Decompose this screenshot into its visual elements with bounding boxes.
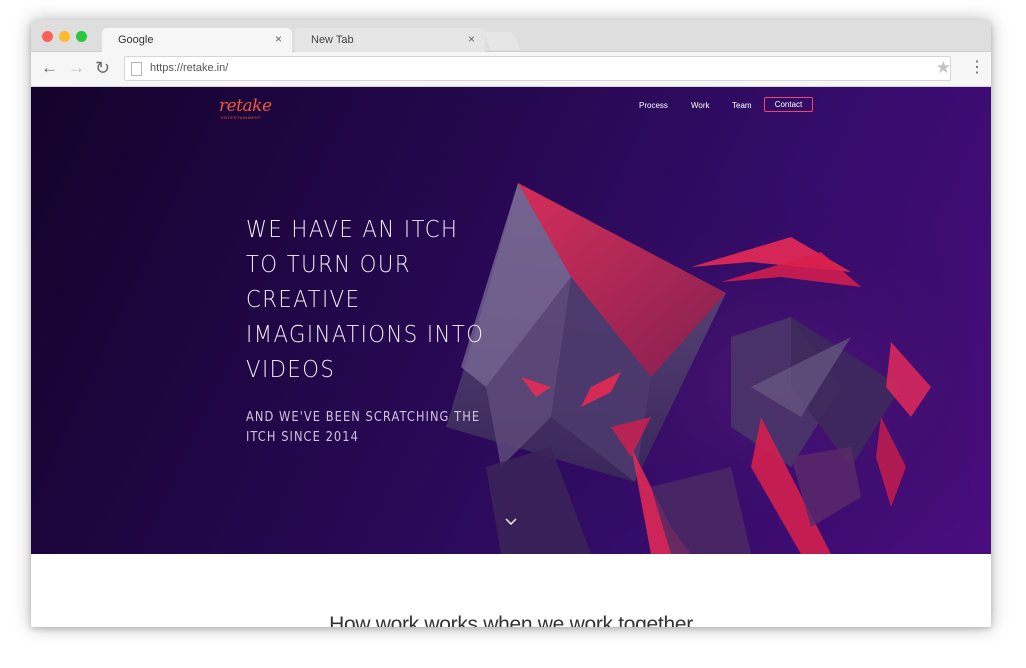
site-logo[interactable]: retake ENTERTAINMENT xyxy=(219,96,279,120)
arrow-left-icon[interactable]: ← xyxy=(41,58,58,78)
more-vert-icon[interactable]: ⋮ xyxy=(969,58,985,78)
logo-subtitle: ENTERTAINMENT xyxy=(221,115,262,120)
tab-label: Google xyxy=(118,34,154,46)
page-viewport: retake ENTERTAINMENT Process Work Team C… xyxy=(31,87,991,627)
headline-line: IMAGINATIONS INTO xyxy=(246,322,485,348)
subheadline-line: AND WE'VE BEEN SCRATCHING THE xyxy=(246,410,481,425)
address-bar[interactable]: https://retake.in/ ★ xyxy=(124,56,951,81)
reload-icon[interactable]: ↻ xyxy=(95,58,110,78)
maximize-window-button[interactable] xyxy=(76,31,87,42)
logo-text: retake xyxy=(219,96,272,116)
browser-window: Google × New Tab × ← → ↻ https://retake.… xyxy=(31,20,991,627)
close-icon[interactable]: × xyxy=(275,32,282,46)
star-icon[interactable]: ★ xyxy=(936,58,951,78)
url-text[interactable]: https://retake.in/ xyxy=(150,62,228,74)
new-tab-button[interactable] xyxy=(483,32,521,50)
headline-line: TO TURN OUR xyxy=(246,252,412,278)
nav-link-work[interactable]: Work xyxy=(691,101,710,110)
tab-new-tab[interactable]: New Tab × xyxy=(295,28,485,52)
close-icon[interactable]: × xyxy=(468,32,475,46)
minimize-window-button[interactable] xyxy=(59,31,70,42)
tab-strip: Google × New Tab × xyxy=(31,20,991,52)
browser-toolbar: ← → ↻ https://retake.in/ ★ ⋮ xyxy=(31,52,991,87)
close-window-button[interactable] xyxy=(42,31,53,42)
hero-subheadline: AND WE'VE BEEN SCRATCHING THE ITCH SINCE… xyxy=(246,408,546,448)
nav-link-team[interactable]: Team xyxy=(732,101,752,110)
tab-google[interactable]: Google × xyxy=(102,28,292,52)
headline-line: WE HAVE AN ITCH xyxy=(246,217,459,243)
headline-line: VIDEOS xyxy=(246,357,336,383)
headline-line: CREATIVE xyxy=(246,287,361,313)
arrow-right-icon[interactable]: → xyxy=(68,58,85,78)
tab-label: New Tab xyxy=(311,34,354,46)
contact-button[interactable]: Contact xyxy=(764,97,813,112)
nav-link-process[interactable]: Process xyxy=(639,101,668,110)
section-title: How work works when we work together xyxy=(329,613,693,627)
hero-headline: WE HAVE AN ITCH TO TURN OUR CREATIVE IMA… xyxy=(246,213,546,388)
subheadline-line: ITCH SINCE 2014 xyxy=(246,430,359,445)
page-icon xyxy=(131,62,142,76)
hero-section: retake ENTERTAINMENT Process Work Team C… xyxy=(31,87,991,554)
chevron-down-icon[interactable] xyxy=(505,515,517,529)
